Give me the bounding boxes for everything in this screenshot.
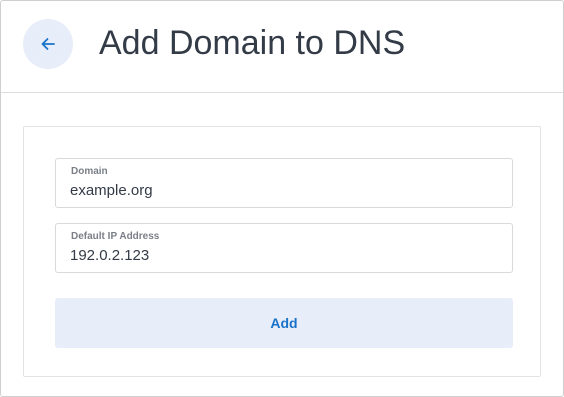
add-button[interactable]: Add — [55, 298, 513, 348]
arrow-left-icon — [41, 38, 55, 50]
ip-address-field[interactable]: Default IP Address — [55, 223, 513, 273]
header-divider — [1, 92, 563, 93]
domain-field[interactable]: Domain — [55, 158, 513, 208]
page-title: Add Domain to DNS — [99, 24, 406, 62]
app-window: Add Domain to DNS Domain Default IP Addr… — [0, 0, 564, 397]
back-button[interactable] — [23, 19, 73, 69]
ip-address-input[interactable] — [70, 245, 490, 265]
domain-label: Domain — [71, 166, 108, 177]
ip-address-label: Default IP Address — [71, 231, 160, 242]
domain-input[interactable] — [70, 180, 490, 200]
add-domain-form: Domain Default IP Address Add — [23, 126, 541, 377]
